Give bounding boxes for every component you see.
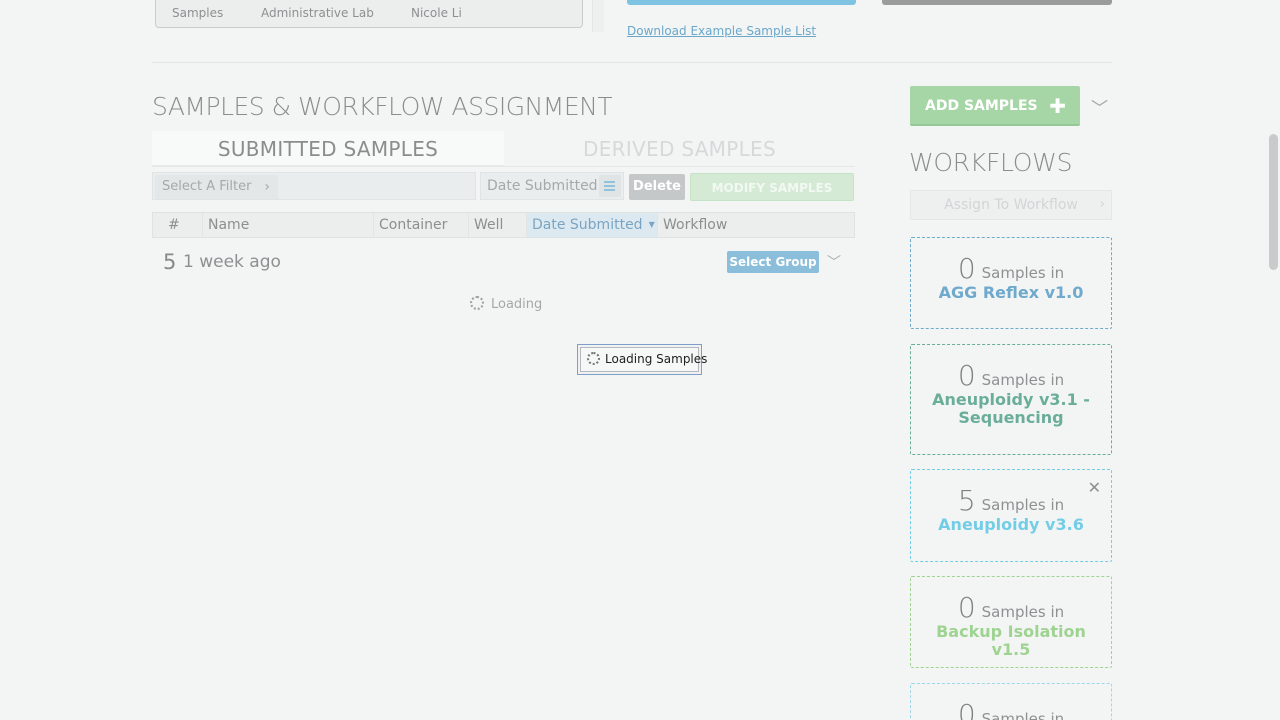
chevron-down-icon[interactable]: ﹀ (827, 252, 841, 272)
workflow-count: 5 (957, 484, 976, 517)
secondary-top-button[interactable] (882, 0, 1112, 5)
workflow-count: 0 (957, 252, 976, 285)
scrollbar-track[interactable] (1268, 0, 1280, 720)
filter-select[interactable]: Select A Filter › (155, 175, 278, 199)
summary-samples-label: Samples (172, 6, 224, 20)
add-samples-button[interactable]: ADD SAMPLES ✚ (910, 86, 1080, 126)
column-header-well[interactable]: Well (469, 213, 527, 237)
filter-bar: Select A Filter › (152, 172, 476, 200)
filter-select-label: Select A Filter (162, 179, 252, 194)
loading-dialog-text: Loading Samples (605, 352, 708, 366)
workflow-name: Backup Isolation v1.5 (936, 622, 1086, 659)
download-example-link[interactable]: Download Example Sample List (627, 24, 816, 38)
assign-to-workflow-label: Assign To Workflow (944, 197, 1078, 213)
column-header-workflow[interactable]: Workflow (658, 213, 854, 237)
workflow-card-aneuploidy-v36[interactable]: ✕ 5 Samples in Aneuploidy v3.6 (910, 469, 1112, 562)
samples-in-label: Samples in (981, 603, 1065, 621)
tab-submitted-samples[interactable]: SUBMITTED SAMPLES (152, 131, 504, 167)
spinner-icon (587, 352, 600, 365)
workflow-count: 0 (957, 591, 976, 624)
chevron-right-icon: › (264, 179, 270, 195)
samples-in-label: Samples in (981, 264, 1065, 282)
table-header: # Name Container Well Date Submitted ▼ Wo… (152, 212, 855, 238)
tab-derived-samples[interactable]: DERIVED SAMPLES (504, 131, 855, 167)
section-divider (152, 62, 1112, 63)
group-count: 5 (163, 250, 177, 274)
summary-user: Nicole Li (411, 6, 462, 20)
loading-indicator: Loading (470, 296, 542, 312)
samples-in-label: Samples in (981, 496, 1065, 514)
column-header-date-label: Date Submitted (532, 217, 643, 233)
chevron-down-icon[interactable]: ﹀ (1091, 94, 1108, 119)
workflows-title: WORKFLOWS (909, 148, 1073, 177)
sort-label: Date Submitted (487, 178, 598, 194)
samples-in-label: Samples in (981, 371, 1065, 389)
group-label: 1 week ago (183, 252, 281, 272)
select-group-button[interactable]: Select Group (727, 251, 819, 273)
delete-button[interactable]: Delete (629, 174, 685, 200)
workflow-card-backup-isolation[interactable]: 0 Samples in Backup Isolation v1.5 (910, 576, 1112, 668)
loading-text: Loading (491, 297, 543, 312)
workflow-count: 0 (957, 698, 976, 720)
sort-select[interactable]: Date Submitted (480, 172, 624, 200)
modify-samples-button[interactable]: MODIFY SAMPLES (690, 173, 854, 201)
loading-samples-dialog: Loading Samples (577, 344, 707, 375)
close-icon[interactable]: ✕ (1088, 478, 1101, 497)
scrollbar-thumb[interactable] (1269, 134, 1278, 270)
upload-button[interactable] (627, 0, 856, 5)
column-header-number[interactable]: # (153, 213, 203, 237)
spinner-icon (470, 296, 484, 310)
top-divider (592, 0, 604, 32)
column-header-date-submitted[interactable]: Date Submitted ▼ (527, 213, 658, 237)
chevron-right-icon: › (1099, 197, 1105, 212)
top-summary-card: Samples Administrative Lab Nicole Li (155, 0, 583, 28)
column-header-container[interactable]: Container (374, 213, 469, 237)
assign-to-workflow-button[interactable]: Assign To Workflow › (910, 190, 1112, 220)
samples-in-label: Samples in (981, 710, 1065, 720)
workflow-name: Aneuploidy v3.1 - Sequencing (932, 390, 1090, 427)
sort-caret-icon: ▼ (648, 220, 655, 229)
sort-order-icon[interactable] (599, 175, 621, 197)
workflow-card-partial[interactable]: 0 Samples in (910, 683, 1112, 720)
column-header-name[interactable]: Name (203, 213, 374, 237)
workflow-card-aneuploidy-v31[interactable]: 0 Samples in Aneuploidy v3.1 - Sequencing (910, 344, 1112, 455)
summary-lab: Administrative Lab (261, 6, 374, 20)
plus-icon: ✚ (1049, 94, 1066, 118)
workflow-name: AGG Reflex v1.0 (938, 283, 1084, 302)
page-title: SAMPLES & WORKFLOW ASSIGNMENT (152, 92, 613, 121)
add-samples-label: ADD SAMPLES (925, 98, 1038, 114)
workflow-card-agg-reflex[interactable]: 0 Samples in AGG Reflex v1.0 (910, 237, 1112, 329)
workflow-name: Aneuploidy v3.6 (938, 515, 1084, 534)
workflow-count: 0 (957, 359, 976, 392)
